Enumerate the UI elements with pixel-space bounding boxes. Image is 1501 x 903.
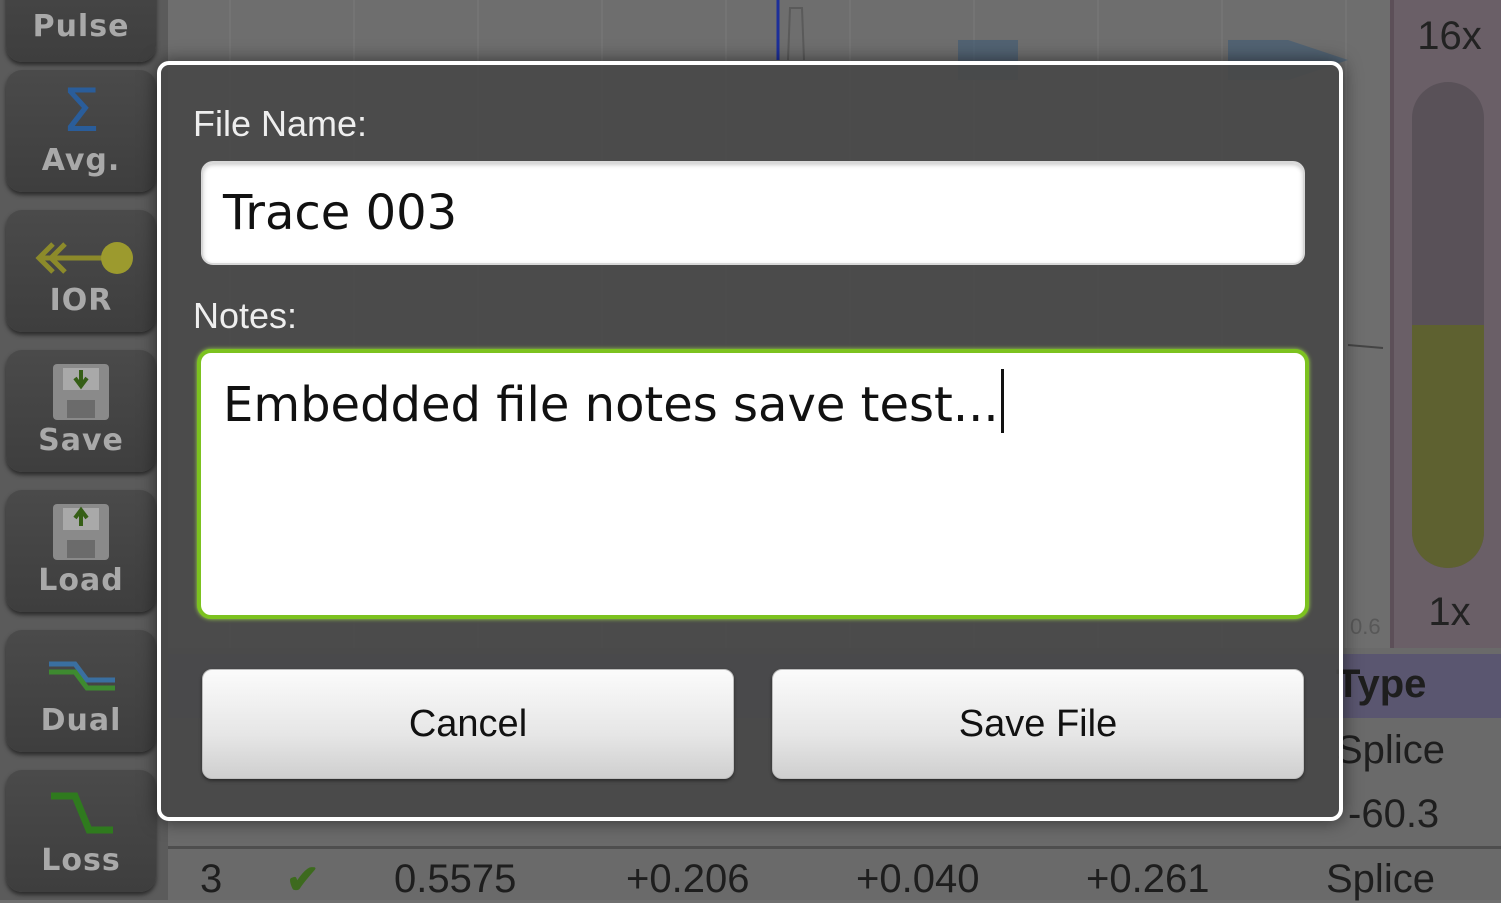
ior-label: IOR [49,283,113,318]
loss-button[interactable]: Loss [6,770,156,892]
ior-button[interactable]: IOR [6,210,156,332]
x-tick-0.6: 0.6 [1350,614,1381,639]
pulse-label: Pulse [32,9,130,44]
sigma-icon: Σ [62,76,100,146]
file-name-input[interactable]: Trace 003 [201,161,1305,265]
loss-label: Loss [41,843,121,878]
notes-label: Notes: [193,295,298,336]
table-row[interactable]: 3 ✔ 0.5575 +0.206 +0.040 +0.261 Splice [168,846,1501,903]
row-3-col3: +0.261 [1086,857,1210,901]
ior-icon [6,222,156,282]
file-name-label: File Name: [193,103,368,144]
row-3-type: Splice [1326,857,1435,901]
zoom-max-label: 16x [1417,14,1482,58]
avg-button[interactable]: Σ Avg. [6,70,156,192]
save-side-button[interactable]: Save [6,350,156,472]
pulse-button[interactable]: Pulse [6,0,156,62]
type-column-header: Type [1336,662,1427,706]
row-3-checkmark-icon[interactable]: ✔ [286,857,320,903]
text-caret [1000,369,1004,433]
loss-icon [6,782,156,842]
dual-button[interactable]: Dual [6,630,156,752]
notes-textarea[interactable]: Embedded file notes save test... [197,349,1309,619]
save-side-label: Save [38,423,124,458]
save-file-button[interactable]: Save File [772,669,1304,779]
zoom-slider-fill [1412,325,1484,568]
avg-label: Avg. [41,143,121,178]
row-3-distance: 0.5575 [394,857,517,901]
dual-trace-icon [6,642,156,702]
sidebar: Pulse Σ Avg. IOR Save Load Dual Loss [0,0,168,900]
floppy-load-icon [6,502,156,562]
row-2-type: -60.3 [1348,792,1440,836]
row-1-type: Splice [1336,728,1445,772]
zoom-slider-panel[interactable]: 16x 1x [1390,0,1501,648]
load-side-label: Load [38,563,124,598]
save-file-dialog: File Name: Trace 003 Notes: Embedded fil… [157,61,1343,821]
zoom-min-label: 1x [1428,590,1471,634]
zoom-slider-track[interactable] [1412,82,1484,568]
floppy-save-icon [6,362,156,422]
notes-text: Embedded file notes save test... [223,377,999,433]
row-3-col2: +0.040 [856,857,980,901]
dual-label: Dual [40,703,122,738]
row-3-col1: +0.206 [626,857,750,901]
load-side-button[interactable]: Load [6,490,156,612]
cancel-button[interactable]: Cancel [202,669,734,779]
row-3-number: 3 [200,857,223,901]
